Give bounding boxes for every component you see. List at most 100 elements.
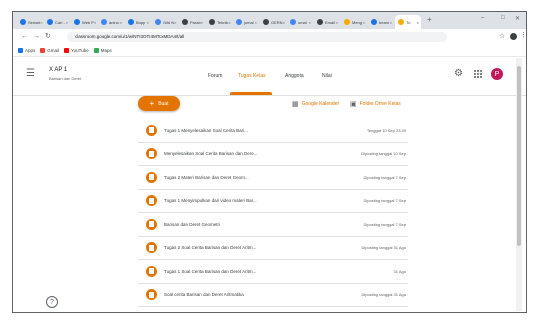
- assignment-date: Tenggat 10 Sep 23.59: [366, 127, 406, 133]
- extension-icon[interactable]: [510, 33, 517, 40]
- assignment-title: Tugas 2 Materi Barisan dan Deret Geom...: [164, 174, 249, 180]
- browser-tab[interactable]: Parab ×: [179, 15, 205, 29]
- browser-tab[interactable]: beam ×: [368, 15, 394, 29]
- close-tab-icon[interactable]: ×: [120, 20, 124, 25]
- close-tab-icon[interactable]: ×: [94, 20, 97, 25]
- browser-tab[interactable]: Teknik ×: [206, 15, 232, 29]
- browser-tab-label: Web P: [82, 19, 94, 25]
- browser-tab[interactable]: anino ×: [98, 15, 124, 29]
- classroom-header: ☰ X AP 1 Barisan dan Deret Forum Tugas K…: [13, 57, 526, 96]
- tab-favicon-icon: [290, 19, 296, 25]
- apps-grid-icon[interactable]: [474, 70, 482, 78]
- close-tab-icon[interactable]: ×: [309, 20, 313, 25]
- close-tab-icon[interactable]: ×: [228, 20, 232, 25]
- create-button-label: Buat: [158, 100, 169, 107]
- create-button[interactable]: + Buat: [138, 96, 180, 111]
- reload-icon[interactable]: ↻: [45, 32, 51, 41]
- assignment-row[interactable]: Tugas 1 Menyimpulkan dari video materi B…: [138, 190, 408, 213]
- minimize-icon[interactable]: –: [481, 15, 484, 21]
- browser-tab[interactable]: Bupp ×: [125, 15, 151, 29]
- bookmark-item[interactable]: YouTube: [64, 48, 89, 53]
- calendar-link[interactable]: ▦ Google Kalender: [292, 100, 339, 108]
- maximize-icon[interactable]: □: [501, 15, 505, 21]
- bookmark-item[interactable]: Gmail: [40, 48, 59, 53]
- assignment-title: Tugas 2 Soal Cerita Barisan dan Deret Ar…: [164, 245, 257, 251]
- bookmarks-bar: Apps Gmail YouTube Maps: [13, 45, 526, 57]
- browser-tab[interactable]: Web P ×: [71, 15, 97, 29]
- browser-tab-label: Teknik: [217, 19, 229, 25]
- assignment-row[interactable]: Soal cerita Barisan dan Deret Aritmatika…: [138, 284, 408, 307]
- assignment-row[interactable]: Tugas 1 Menyelesaikan Soal Cerita Bari..…: [138, 119, 408, 143]
- main-menu-icon[interactable]: ☰: [26, 69, 35, 79]
- close-tab-icon[interactable]: ×: [201, 20, 205, 25]
- close-tab-icon[interactable]: ×: [40, 20, 43, 25]
- tab-favicon-icon: [47, 19, 53, 25]
- help-icon[interactable]: ?: [46, 296, 58, 308]
- url-text: classroom.google.com/u/1/w/NTI3OTI4MTcxM…: [75, 34, 185, 39]
- browser-menu-icon[interactable]: ⋮: [520, 32, 526, 40]
- bookmark-item[interactable]: Apps: [18, 48, 35, 53]
- tab-favicon-icon: [128, 19, 134, 25]
- browser-tab-label: Sensei: [28, 19, 41, 25]
- assignment-date: Diposting tanggal 31 Agu: [361, 245, 406, 251]
- browser-tab[interactable]: Meng ×: [341, 15, 367, 29]
- browser-tab[interactable]: umal ×: [287, 15, 313, 29]
- assignment-row[interactable]: Tugas 2 Materi Barisan dan Deret Geom...…: [138, 166, 408, 190]
- scrollbar-thumb[interactable]: [517, 66, 521, 246]
- tab-favicon-icon: [20, 19, 26, 25]
- browser-tab-label: anino: [109, 19, 119, 25]
- close-tab-icon[interactable]: ×: [390, 20, 394, 25]
- active-tab-indicator: [230, 92, 272, 95]
- bookmark-label: Apps: [25, 48, 36, 53]
- tab-favicon-icon: [209, 19, 215, 25]
- close-window-icon[interactable]: ✕: [515, 15, 520, 22]
- browser-tab[interactable]: Sensei ×: [17, 15, 43, 29]
- assignment-icon: [146, 265, 157, 277]
- tab-forum[interactable]: Forum: [208, 73, 222, 79]
- assignment-icon: [146, 148, 157, 160]
- close-tab-icon[interactable]: ×: [283, 20, 286, 25]
- assignment-row[interactable]: Tugas 2 Soal Cerita Barisan dan Deret Ar…: [138, 237, 408, 260]
- tab-tugas-kelas[interactable]: Tugas Kelas: [238, 73, 266, 79]
- back-icon[interactable]: ←: [21, 32, 28, 41]
- browser-tab[interactable]: Cari - ×: [44, 15, 70, 29]
- browser-tab[interactable]: Tu ×: [395, 15, 421, 29]
- forward-icon[interactable]: →: [33, 32, 40, 41]
- class-name[interactable]: X AP 1: [49, 67, 67, 73]
- assignment-row[interactable]: Menyelesaikan Soal Cerita Barisan dan De…: [138, 143, 408, 166]
- drive-folder-link[interactable]: ▣ Folder Drive Kelas: [350, 100, 401, 108]
- browser-tab-label: Bupp: [136, 19, 146, 25]
- folder-icon: ▣: [350, 101, 357, 108]
- browser-tab-label: Gild N: [163, 19, 175, 25]
- browser-tab-label: umal: [298, 19, 307, 25]
- assignment-row[interactable]: Barisan dan Deret Geometri Diposting tang…: [138, 213, 408, 237]
- browser-tab[interactable]: GERN ×: [260, 15, 286, 29]
- browser-tab[interactable]: jumal ×: [233, 15, 259, 29]
- assignment-title: Menyelesaikan Soal Cerita Barisan dan De…: [164, 151, 258, 157]
- gear-icon[interactable]: ⚙: [454, 69, 463, 79]
- browser-tab[interactable]: Gild N ×: [152, 15, 178, 29]
- close-tab-icon[interactable]: ×: [255, 20, 259, 25]
- url-input[interactable]: classroom.google.com/u/1/w/NTI3OTI4MTcxM…: [67, 32, 447, 42]
- browser-tab-label: GERN: [271, 19, 283, 25]
- close-tab-icon[interactable]: ×: [174, 20, 178, 25]
- bookmark-item[interactable]: Maps: [93, 48, 112, 53]
- new-tab-button[interactable]: +: [427, 15, 432, 25]
- bookmark-label: Maps: [100, 48, 112, 53]
- close-tab-icon[interactable]: ×: [66, 20, 70, 25]
- browser-tab[interactable]: Email ×: [314, 15, 340, 29]
- close-tab-icon[interactable]: ×: [363, 20, 367, 25]
- bookmark-star-icon[interactable]: ☆: [499, 32, 505, 40]
- assignment-icon: [146, 218, 157, 230]
- assignment-date: Diposting tanggal 7 Sep: [363, 198, 406, 204]
- assignment-icon: [146, 124, 157, 136]
- close-tab-icon[interactable]: ×: [417, 20, 421, 25]
- avatar[interactable]: P: [491, 68, 503, 80]
- assignment-row[interactable]: Tugas 1 Soal Cerita Barisan dan Deret Ar…: [138, 260, 408, 284]
- browser-tab-label: Email: [325, 19, 336, 25]
- close-tab-icon[interactable]: ×: [336, 20, 340, 25]
- tab-nilai[interactable]: Nilai: [322, 73, 332, 79]
- page-scrollbar[interactable]: [516, 58, 522, 311]
- tab-anggota[interactable]: Anggota: [285, 73, 304, 79]
- close-tab-icon[interactable]: ×: [147, 20, 151, 25]
